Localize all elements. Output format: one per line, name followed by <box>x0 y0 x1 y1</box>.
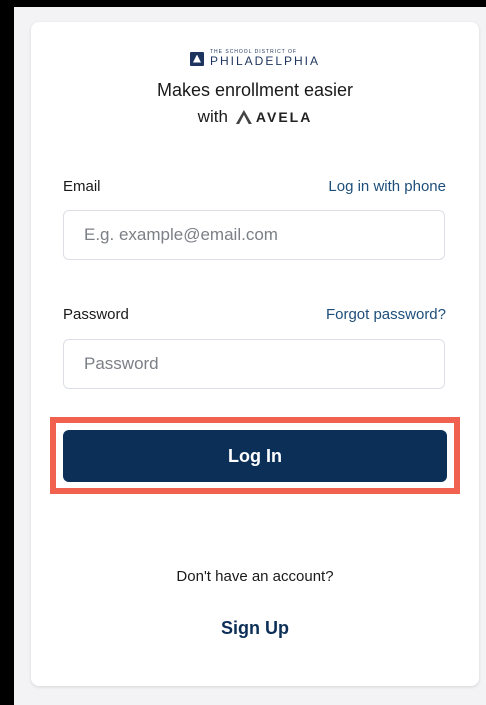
avela-logo: AVELA <box>236 109 312 125</box>
district-logo-icon <box>189 51 204 66</box>
no-account-prompt: Don't have an account? <box>176 568 334 585</box>
tagline-partner: with AVELA <box>31 107 479 127</box>
tagline-with: with <box>197 107 228 126</box>
signup-link[interactable]: Sign Up <box>31 618 479 639</box>
window-frame-left <box>0 0 14 705</box>
district-brand: THE SCHOOL DISTRICT OF PHILADELPHIA <box>31 50 479 67</box>
district-brand-text: THE SCHOOL DISTRICT OF PHILADELPHIA <box>209 50 321 68</box>
email-label: Email <box>63 178 101 195</box>
avela-name: AVELA <box>255 109 313 125</box>
district-brand-name: PHILADELPHIA <box>209 54 321 68</box>
login-card: THE SCHOOL DISTRICT OF PHILADELPHIA Make… <box>31 22 479 686</box>
password-label: Password <box>63 306 129 323</box>
avela-logo-icon <box>236 110 252 124</box>
email-field[interactable] <box>63 210 445 260</box>
tagline: Makes enrollment easier <box>156 80 354 100</box>
login-with-phone-link[interactable]: Log in with phone <box>328 178 446 195</box>
login-button[interactable]: Log In <box>63 430 447 482</box>
window-frame-top <box>0 0 486 7</box>
password-field[interactable] <box>63 339 445 389</box>
forgot-password-link[interactable]: Forgot password? <box>326 306 446 323</box>
